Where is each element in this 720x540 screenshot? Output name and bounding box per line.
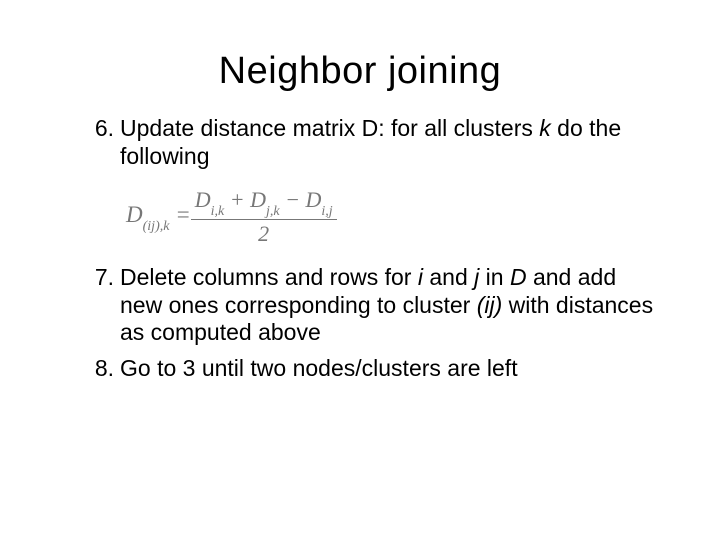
step-number: 8.: [84, 355, 114, 383]
step-text: Delete columns and rows for i and j in D…: [120, 264, 653, 345]
formula-lhs: D(ij),k =: [126, 202, 191, 232]
subscript: j,k: [266, 204, 280, 219]
cluster-ij: (ij): [477, 292, 503, 318]
denominator: 2: [191, 220, 337, 246]
step-text: Update distance matrix D: for all cluste…: [120, 115, 621, 169]
symbol-D: D: [126, 202, 143, 227]
symbol-D: D: [250, 187, 266, 212]
distance-update-formula: D(ij),k = Di,k + Dj,k − Di,j 2: [126, 188, 660, 246]
subscript: (ij),k: [143, 219, 170, 234]
numerator: Di,k + Dj,k − Di,j: [191, 188, 337, 220]
text-fragment: in: [479, 264, 510, 290]
symbol-D: D: [195, 187, 211, 212]
variable-k: k: [539, 115, 551, 141]
slide: Neighbor joining 6. Update distance matr…: [0, 0, 720, 540]
step-number: 7.: [84, 264, 114, 292]
text-fragment: and: [423, 264, 474, 290]
step-text: Go to 3 until two nodes/clusters are lef…: [120, 355, 518, 381]
page-title: Neighbor joining: [60, 50, 660, 93]
symbol-D: D: [305, 187, 321, 212]
text-fragment: Delete columns and rows for: [120, 264, 418, 290]
variable-D: D: [510, 264, 527, 290]
step-7: 7. Delete columns and rows for i and j i…: [90, 264, 660, 347]
text-fragment: Update distance matrix D: for all cluste…: [120, 115, 539, 141]
plus-sign: +: [224, 187, 250, 212]
step-6: 6. Update distance matrix D: for all clu…: [90, 115, 660, 170]
subscript: i,j: [321, 204, 332, 219]
subscript: i,k: [211, 204, 225, 219]
minus-sign: −: [280, 187, 306, 212]
step-8: 8. Go to 3 until two nodes/clusters are …: [90, 355, 660, 383]
algorithm-steps-cont: 7. Delete columns and rows for i and j i…: [60, 264, 660, 382]
algorithm-steps: 6. Update distance matrix D: for all clu…: [60, 115, 660, 170]
fraction: Di,k + Dj,k − Di,j 2: [191, 188, 337, 246]
equals-sign: =: [169, 202, 190, 227]
step-number: 6.: [84, 115, 114, 143]
